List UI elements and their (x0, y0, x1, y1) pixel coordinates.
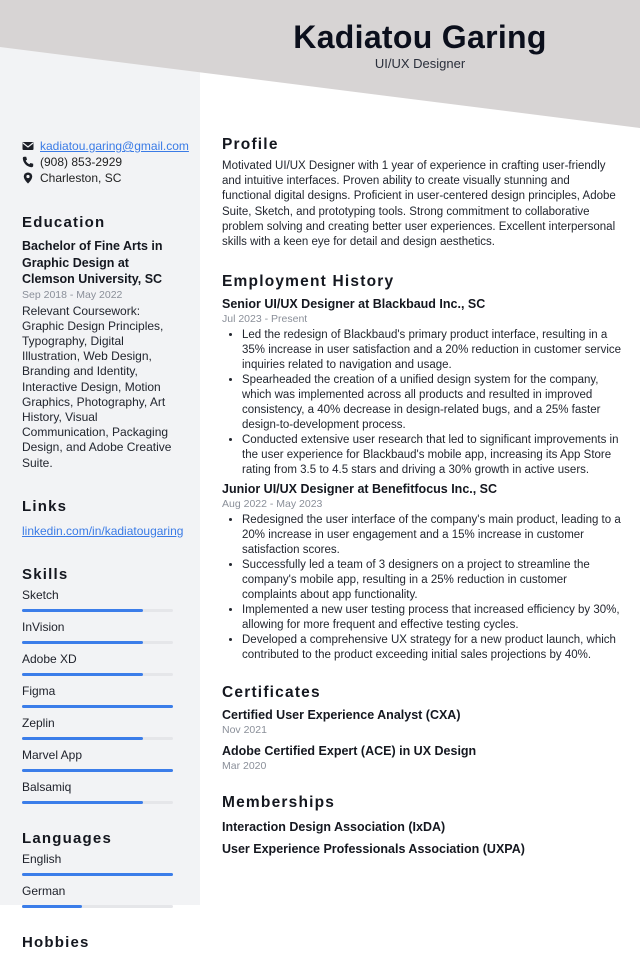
phone-icon (22, 156, 34, 168)
education-description: Relevant Coursework: Graphic Design Prin… (22, 303, 172, 470)
skill-label: InVision (22, 619, 65, 634)
skill-item: Balsamiq (22, 780, 182, 804)
skill-bar-fill (22, 736, 143, 740)
memberships-heading: Memberships (222, 794, 336, 812)
education-heading: Education (22, 214, 106, 231)
skill-bar (22, 640, 173, 644)
language-label: English (22, 851, 62, 866)
skill-item: Adobe XD (22, 652, 182, 676)
profile-heading: Profile (222, 136, 279, 153)
skill-bar (22, 736, 173, 740)
certificate-title: Adobe Certified Expert (ACE) in UX Desig… (222, 744, 477, 759)
education-degree: Bachelor of Fine Arts in Graphic Design … (22, 239, 163, 286)
skill-label: Adobe XD (22, 651, 77, 666)
job-bullet: Successfully led a team of 3 designers o… (242, 558, 622, 603)
email-link[interactable]: kadiatou.garing@gmail.com (40, 139, 189, 153)
language-bar-fill (22, 872, 173, 876)
skill-bar (22, 704, 173, 708)
skill-label: Figma (22, 683, 56, 698)
skill-bar (22, 608, 173, 612)
skill-label: Marvel App (22, 747, 83, 762)
contact-location: Charleston, SC (22, 170, 182, 186)
links-heading: Links (22, 497, 68, 515)
job-bullet: Led the redesign of Blackbaud's primary … (242, 328, 622, 373)
language-bar-fill (22, 904, 83, 908)
candidate-name: Kadiatou Garing (293, 19, 547, 55)
job-entry: Junior UI/UX Designer at Benefitfocus In… (222, 481, 622, 663)
skill-label: Balsamiq (22, 779, 72, 794)
language-item: English (22, 852, 182, 876)
phone-number: (908) 853-2929 (40, 155, 123, 169)
skill-item: Sketch (22, 588, 182, 612)
skill-bar (22, 768, 173, 772)
main-content: Profile Motivated UI/UX Designer with 1 … (222, 135, 622, 879)
job-bullet: Redesigned the user interface of the com… (242, 513, 622, 558)
skill-bar-fill (22, 768, 173, 772)
sidebar: kadiatou.garing@gmail.com (908) 853-2929… (22, 138, 189, 958)
job-dates: Aug 2022 - May 2023 (222, 498, 323, 511)
job-bullet: Conducted extensive user research that l… (242, 433, 622, 478)
certificates-section: Certificates Certified User Experience A… (222, 683, 622, 773)
job-role: UI/UX Designer (374, 56, 466, 71)
employment-section: Employment History Senior UI/UX Designer… (222, 272, 622, 663)
job-entry: Senior UI/UX Designer at Blackbaud Inc.,… (222, 296, 622, 478)
header: Kadiatou Garing UI/UX Designer (200, 18, 640, 72)
skill-bar (22, 672, 173, 676)
membership-item: Interaction Design Association (IxDA) (222, 820, 446, 835)
certificate-title: Certified User Experience Analyst (CXA) (222, 708, 461, 723)
language-bar (22, 872, 173, 876)
skill-item: Zeplin (22, 716, 182, 740)
hobbies-heading: Hobbies (22, 933, 90, 951)
languages-list: English German (22, 852, 182, 908)
skills-heading: Skills (22, 565, 69, 583)
skill-bar-fill (22, 800, 143, 804)
contact-email: kadiatou.garing@gmail.com (22, 138, 189, 154)
contact-info: kadiatou.garing@gmail.com (908) 853-2929… (22, 138, 189, 186)
job-bullet: Spearheaded the creation of a unified de… (242, 373, 622, 433)
certificates-heading: Certificates (222, 684, 321, 702)
contact-phone: (908) 853-2929 (22, 154, 182, 170)
membership-item: User Experience Professionals Associatio… (222, 842, 525, 857)
skill-bar-fill (22, 704, 173, 708)
skill-label: Sketch (22, 587, 59, 602)
language-label: German (22, 883, 66, 898)
skill-item: Marvel App (22, 748, 182, 772)
language-bar (22, 904, 173, 908)
job-bullets: Redesigned the user interface of the com… (222, 513, 622, 663)
job-bullet: Developed a comprehensive UX strategy fo… (242, 633, 622, 663)
employment-heading: Employment History (222, 273, 395, 291)
memberships-section: Memberships Interaction Design Associati… (222, 793, 622, 857)
skill-bar (22, 800, 173, 804)
job-title: Junior UI/UX Designer at Benefitfocus In… (222, 482, 498, 497)
job-dates: Jul 2023 - Present (222, 313, 308, 326)
certificate-date: Nov 2021 (222, 724, 267, 737)
skill-item: Figma (22, 684, 182, 708)
job-bullets: Led the redesign of Blackbaud's primary … (222, 328, 622, 478)
skill-label: Zeplin (22, 715, 55, 730)
certificate-date: Mar 2020 (222, 760, 267, 773)
profile-section: Profile Motivated UI/UX Designer with 1 … (222, 135, 622, 250)
profile-text: Motivated UI/UX Designer with 1 year of … (222, 160, 616, 249)
language-item: German (22, 884, 182, 908)
languages-heading: Languages (22, 829, 112, 847)
skill-bar-fill (22, 672, 143, 676)
envelope-icon (22, 140, 34, 152)
skills-list: Sketch InVision Adobe XD Figma Zeplin Ma… (22, 588, 182, 804)
linkedin-link[interactable]: linkedin.com/in/kadiatougaring (22, 524, 183, 538)
skill-bar-fill (22, 640, 143, 644)
skill-bar-fill (22, 608, 143, 612)
map-pin-icon (22, 172, 34, 184)
skill-item: InVision (22, 620, 182, 644)
location: Charleston, SC (40, 171, 122, 185)
job-bullet: Implemented a new user testing process t… (242, 603, 622, 633)
education-dates: Sep 2018 - May 2022 (22, 288, 123, 301)
job-title: Senior UI/UX Designer at Blackbaud Inc.,… (222, 297, 486, 312)
